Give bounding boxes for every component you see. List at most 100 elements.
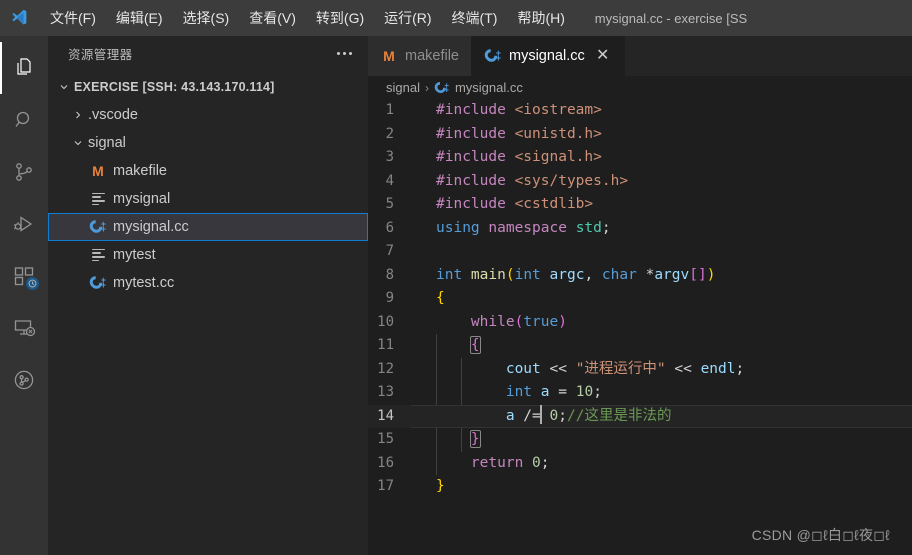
tree-item-mysignal[interactable]: mysignal xyxy=(48,185,368,213)
source-control-icon xyxy=(12,160,36,184)
token-include: #include xyxy=(436,126,506,142)
line-content: { xyxy=(411,334,480,358)
chevron-down-icon xyxy=(70,135,86,151)
token-brace-open: { xyxy=(436,290,445,306)
tree-item-label: mytest xyxy=(113,247,156,263)
tree-item-vscode-folder[interactable]: .vscode xyxy=(48,101,368,129)
code-editor[interactable]: 1 #include <iostream> 2 #include <unistd… xyxy=(368,99,912,555)
tab-label: mysignal.cc xyxy=(509,48,585,64)
line-content: { xyxy=(411,287,445,311)
tree-item-label: .vscode xyxy=(88,107,138,123)
line-number: 9 xyxy=(368,287,411,311)
token-header: <unistd.h> xyxy=(506,126,602,142)
line-number: 5 xyxy=(368,193,411,217)
line-number: 12 xyxy=(368,358,411,382)
token-endl: endl xyxy=(701,361,736,377)
code-line: 16 return 0; xyxy=(368,452,912,476)
token-paren-open: ( xyxy=(515,314,524,330)
activity-bar xyxy=(0,36,48,555)
line-content: } xyxy=(411,428,480,452)
clock-badge-icon xyxy=(26,277,39,290)
file-tree: EXERCISE [SSH: 43.143.170.114] .vscode s… xyxy=(48,71,368,555)
activitybar-remote-explorer[interactable] xyxy=(0,302,48,354)
code-line: 5 #include <cstdlib> xyxy=(368,193,912,217)
line-number: 3 xyxy=(368,146,411,170)
token-bracket-close: ] xyxy=(698,267,707,283)
makefile-icon: M xyxy=(88,163,108,179)
code-line: 1 #include <iostream> xyxy=(368,99,912,123)
menu-go[interactable]: 转到(G) xyxy=(306,6,374,30)
binary-icon xyxy=(88,249,108,261)
token-semicolon: ; xyxy=(593,384,602,400)
activitybar-source-control[interactable] xyxy=(0,146,48,198)
token-main: main xyxy=(462,267,506,283)
code-line: 7 xyxy=(368,240,912,264)
menu-terminal[interactable]: 终端(T) xyxy=(442,6,508,30)
code-line: 12 cout << "进程运行中" << endl; xyxy=(368,358,912,382)
token-semicolon: ; xyxy=(602,220,611,236)
token-variable-a: a xyxy=(506,408,515,424)
token-int: int xyxy=(506,384,532,400)
tree-item-workspace-root[interactable]: EXERCISE [SSH: 43.143.170.114] xyxy=(48,73,368,101)
binary-icon xyxy=(88,193,108,205)
token-shift: << xyxy=(666,361,701,377)
tree-item-signal-folder[interactable]: signal xyxy=(48,129,368,157)
activitybar-timeline[interactable] xyxy=(0,354,48,406)
token-comma: , xyxy=(584,267,601,283)
activitybar-extensions[interactable] xyxy=(0,250,48,302)
token-header: <signal.h> xyxy=(506,149,602,165)
token-paren-close: ) xyxy=(558,314,567,330)
menu-edit[interactable]: 编辑(E) xyxy=(106,6,173,30)
files-icon xyxy=(12,56,36,80)
menu-help[interactable]: 帮助(H) xyxy=(507,6,574,30)
token-number: 0 xyxy=(523,455,540,471)
token-semicolon: ; xyxy=(541,455,550,471)
line-number: 10 xyxy=(368,311,411,335)
sidebar-title: 资源管理器 xyxy=(68,44,133,63)
token-include: #include xyxy=(436,173,506,189)
tree-item-label: signal xyxy=(88,135,126,151)
activitybar-search[interactable] xyxy=(0,94,48,146)
code-line: 11 { xyxy=(368,334,912,358)
menu-view[interactable]: 查看(V) xyxy=(239,6,306,30)
token-variable-a: a xyxy=(532,384,549,400)
activitybar-explorer[interactable] xyxy=(0,42,48,94)
token-include: #include xyxy=(436,102,506,118)
chevron-down-icon xyxy=(56,79,72,95)
token-brace-open-matched: { xyxy=(471,337,480,353)
close-icon[interactable]: ✕ xyxy=(594,48,612,64)
vscode-logo-icon xyxy=(0,0,38,36)
token-argc: argc xyxy=(541,267,585,283)
breadcrumb-file[interactable]: mysignal.cc xyxy=(455,80,523,95)
menu-file[interactable]: 文件(F) xyxy=(40,6,106,30)
token-include: #include xyxy=(436,149,506,165)
tab-makefile[interactable]: M makefile xyxy=(368,36,472,76)
menu-run[interactable]: 运行(R) xyxy=(374,6,441,30)
code-line: 10 while(true) xyxy=(368,311,912,335)
menu-selection[interactable]: 选择(S) xyxy=(173,6,240,30)
activitybar-run-and-debug[interactable] xyxy=(0,198,48,250)
tab-mysignal-cc[interactable]: ++ mysignal.cc ✕ xyxy=(472,36,625,76)
token-namespace: namespace xyxy=(480,220,567,236)
token-char: char xyxy=(602,267,637,283)
code-line: 9 { xyxy=(368,287,912,311)
token-true: true xyxy=(523,314,558,330)
tree-item-label: mysignal.cc xyxy=(113,219,189,235)
run-debug-icon xyxy=(12,212,36,236)
tree-item-mytest[interactable]: mytest xyxy=(48,241,368,269)
code-line: 15 } xyxy=(368,428,912,452)
breadcrumb: signal › ++ mysignal.cc xyxy=(368,76,912,99)
token-brace-close: } xyxy=(436,478,445,494)
code-line-active: 14 a /= 0;//这里是非法的 xyxy=(368,405,912,429)
tree-item-mysignal-cc[interactable]: ++ mysignal.cc xyxy=(48,213,368,241)
sidebar-explorer: 资源管理器 EXERCISE [SSH: 43.143.170.114] .vs… xyxy=(48,36,368,555)
line-content xyxy=(411,240,436,264)
tree-item-makefile[interactable]: M makefile xyxy=(48,157,368,185)
ellipsis-icon[interactable] xyxy=(329,46,360,61)
vscode-window: 文件(F) 编辑(E) 选择(S) 查看(V) 转到(G) 运行(R) 终端(T… xyxy=(0,0,912,555)
token-while: while xyxy=(471,314,515,330)
code-line: 2 #include <unistd.h> xyxy=(368,123,912,147)
token-int: int xyxy=(515,267,541,283)
breadcrumb-folder[interactable]: signal xyxy=(386,80,420,95)
tree-item-mytest-cc[interactable]: ++ mytest.cc xyxy=(48,269,368,297)
